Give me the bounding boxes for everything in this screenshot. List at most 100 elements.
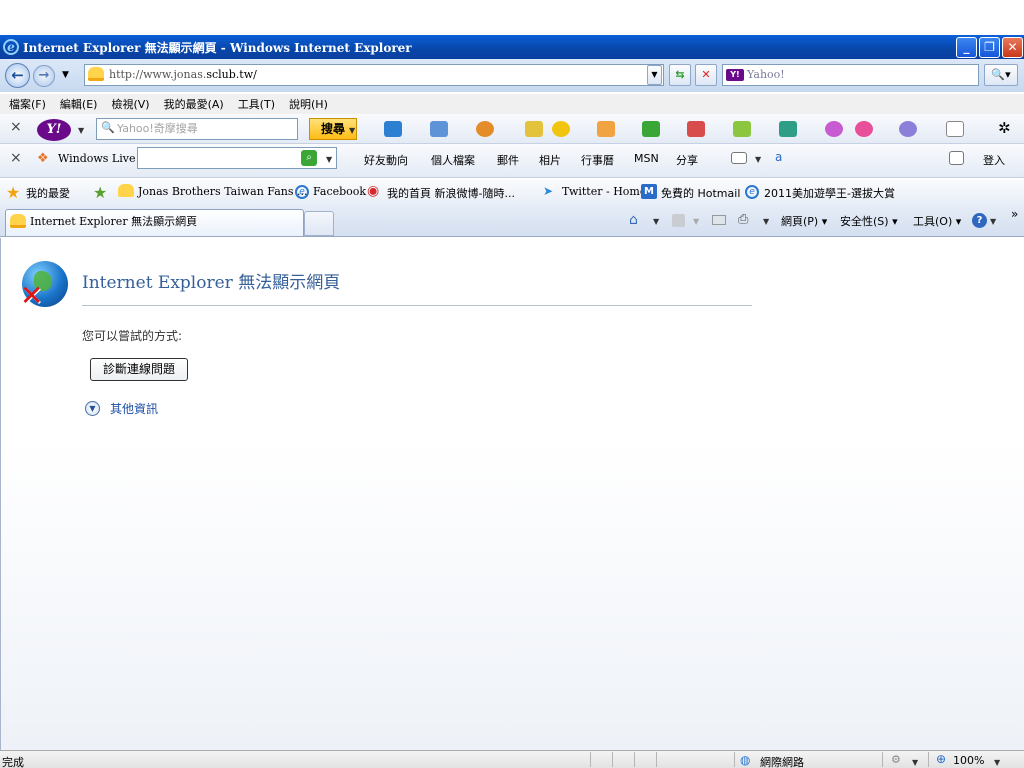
live-writer-dropdown-icon[interactable]: ▼ [755,155,761,164]
live-search-dropdown-icon[interactable]: ▼ [326,155,332,164]
menu-tools[interactable]: 工具(T) [238,96,275,112]
live-link-photos[interactable]: 相片 [539,152,561,168]
fav-contest-link[interactable]: 2011美加遊學王-選拔大賞 [764,185,895,201]
yahoo-finance-icon[interactable] [733,121,751,137]
recent-pages-dropdown-icon[interactable]: ▼ [62,70,69,80]
yahoo-people-icon[interactable] [899,121,917,137]
yahoo-shopping-icon[interactable] [597,121,615,137]
search-go-button[interactable]: 🔍▾ [984,64,1018,86]
home-icon[interactable]: ⌂ [629,212,638,228]
help-icon[interactable]: ? [972,213,987,228]
safety-menu-label: 安全性(S) [840,215,889,228]
safety-menu[interactable]: 安全性(S) ▾ [840,213,898,229]
security-zone[interactable]: 網際網路 [760,754,804,768]
url-prefix: http://www.jonas. [109,68,207,81]
live-link-profile[interactable]: 個人檔案 [431,152,475,168]
ie-logo-icon: e [3,39,19,55]
zoom-dropdown-icon[interactable]: ▼ [994,758,1000,767]
protected-mode-dropdown-icon[interactable]: ▼ [912,758,918,767]
menu-file[interactable]: 檔案(F) [9,96,46,112]
favorites-button[interactable]: 我的最愛 [26,185,70,201]
status-divider [656,752,657,767]
refresh-icon[interactable]: ⇆ [669,64,691,86]
status-divider [590,752,591,767]
toolbar-overflow-icon[interactable]: » [1011,207,1018,221]
live-signin-link[interactable]: 登入 [983,152,1005,168]
heading-divider [82,305,752,306]
live-checkbox-icon[interactable] [949,151,964,165]
yahoo-love-icon[interactable] [825,121,843,137]
diagnose-connection-button[interactable]: 診斷連線問題 [90,358,188,381]
menu-bar: 檔案(F) 編輯(E) 檢視(V) 我的最愛(A) 工具(T) 說明(H) [0,94,1024,114]
yahoo-news-icon[interactable] [525,121,543,137]
fav-weibo-link[interactable]: 我的首頁 新浪微博-隨時... [387,185,515,201]
menu-edit[interactable]: 編輯(E) [60,96,98,112]
protected-mode-icon[interactable]: ⚙ [891,753,901,766]
read-mail-icon[interactable] [712,215,726,225]
restore-button[interactable]: ❐ [979,37,1000,58]
yahoo-search-input[interactable]: Yahoo!奇摩搜尋 [96,118,298,140]
fav-twitter-link[interactable]: Twitter - Home [562,185,646,198]
yahoo-more-icon[interactable] [946,121,964,137]
minimize-button[interactable]: _ [956,37,977,58]
feeds-dropdown-icon[interactable]: ▼ [693,217,699,226]
live-toolbar-close-icon[interactable]: × [10,150,22,166]
yahoo-answers-icon[interactable] [855,121,873,137]
add-favorite-icon[interactable]: ★ [93,183,107,202]
close-button[interactable]: ✕ [1002,37,1023,58]
page-menu[interactable]: 網頁(P) ▾ [781,213,827,229]
address-input[interactable]: http://www.jonas.sclub.tw/ [84,64,664,86]
menu-favorites[interactable]: 我的最愛(A) [164,96,224,112]
yahoo-toolbar-close-icon[interactable]: × [10,119,22,135]
live-link-share[interactable]: 分享 [676,152,698,168]
translate-icon[interactable]: a [775,150,782,164]
expand-more-info-icon[interactable]: ▼ [85,401,100,416]
browser-window: e Internet Explorer 無法顯示網頁 - Windows Int… [0,0,1024,768]
fav-jonas-link[interactable]: Jonas Brothers Taiwan Fans ... [138,185,307,198]
yahoo-mail-icon[interactable] [430,121,448,137]
print-icon[interactable]: ⎙ [738,212,748,227]
stop-icon[interactable]: ✕ [695,64,717,86]
tab-active[interactable]: Internet Explorer 無法顯示網頁 [5,209,304,236]
yahoo-smiley-icon[interactable] [552,121,570,137]
yahoo-search-dropdown-icon[interactable]: ▼ [349,126,355,135]
feeds-icon[interactable] [672,214,685,227]
search-input[interactable]: Yahoo! [722,64,979,86]
status-divider [634,752,635,767]
page-menu-label: 網頁(P) [781,215,819,228]
live-link-mail[interactable]: 郵件 [497,152,519,168]
live-link-calendar[interactable]: 行事曆 [581,152,614,168]
yahoo-calendar-icon[interactable] [687,121,705,137]
zoom-level[interactable]: 100% [953,754,984,767]
yahoo-games-icon[interactable] [642,121,660,137]
fav-hotmail-link[interactable]: 免費的 Hotmail [661,185,740,201]
tab-favicon-icon [10,214,26,228]
try-suggestions-label: 您可以嘗試的方式: [82,329,183,343]
live-search-go-icon[interactable]: ⌕ [301,150,317,166]
yahoo-logo-icon[interactable]: Y! [37,119,71,141]
address-dropdown-icon[interactable]: ▼ [647,65,662,85]
windows-live-brand[interactable]: Windows Live [58,152,135,165]
more-info-link[interactable]: 其他資訊 [110,400,158,417]
favorites-star-icon: ★ [6,183,21,202]
live-link-friends[interactable]: 好友動向 [364,152,408,168]
home-dropdown-icon[interactable]: ▼ [653,217,659,226]
yahoo-travel-icon[interactable] [779,121,797,137]
menu-help[interactable]: 說明(H) [289,96,328,112]
page-content [0,238,1024,750]
tools-menu[interactable]: 工具(O) ▾ [913,213,961,229]
back-button[interactable]: ← [5,63,30,88]
menu-view[interactable]: 檢視(V) [111,96,149,112]
live-link-msn[interactable]: MSN [634,152,659,165]
new-tab-button[interactable] [304,211,334,236]
yahoo-messenger-icon[interactable] [476,121,494,137]
yahoo-bookmark-icon[interactable] [384,121,402,137]
yahoo-menu-dropdown-icon[interactable]: ▼ [78,126,84,135]
print-dropdown-icon[interactable]: ▼ [763,217,769,226]
fav-facebook-link[interactable]: Facebook [313,185,366,198]
live-writer-icon[interactable] [731,152,747,164]
help-dropdown-icon[interactable]: ▼ [990,217,996,226]
yahoo-settings-gear-icon[interactable]: ✲ [998,119,1011,137]
forward-button[interactable]: → [33,65,55,87]
status-divider [734,752,735,767]
